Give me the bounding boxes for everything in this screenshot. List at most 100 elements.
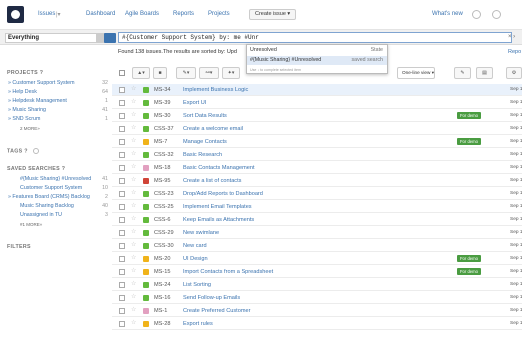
add-tag-icon[interactable]	[32, 148, 39, 154]
issue-summary[interactable]: New swimlane	[183, 230, 219, 236]
issue-key[interactable]: CSS-32	[154, 152, 174, 158]
issue-row[interactable]: ☆ MS-34 Implement Business Logic Sep 1	[112, 84, 522, 96]
star-icon[interactable]: ☆	[131, 202, 136, 209]
saved-search-item[interactable]: Music Sharing Backlog 40	[20, 203, 108, 209]
autocomplete-item[interactable]: #{Music Sharing} #Unresolved saved searc…	[247, 56, 387, 65]
issue-summary[interactable]: Export rules	[183, 321, 213, 327]
issue-summary[interactable]: Create Preferred Customer	[183, 308, 250, 314]
issue-key[interactable]: MS-1	[154, 308, 167, 314]
issue-checkbox[interactable]	[119, 152, 125, 158]
issue-row[interactable]: ☆ CSS-6 Keep Emails as Attachments Sep 1	[112, 214, 522, 226]
star-icon[interactable]: ☆	[131, 293, 136, 300]
issue-summary[interactable]: Keep Emails as Attachments	[183, 217, 254, 223]
issue-summary[interactable]: Drop/Add Reports to Dashboard	[183, 191, 263, 197]
create-issue-button[interactable]: Create issue ▾	[249, 9, 297, 20]
issue-row[interactable]: ☆ MS-28 Export rules Sep 1	[112, 318, 522, 330]
issue-row[interactable]: ☆ MS-7 Manage Contacts For demo Sep 1	[112, 136, 522, 148]
issue-key[interactable]: MS-15	[154, 269, 170, 275]
star-icon[interactable]: ☆	[131, 254, 136, 261]
issue-tag-badge[interactable]: For demo	[457, 138, 481, 145]
nav-reports[interactable]: Reports	[173, 11, 194, 17]
issue-key[interactable]: CSS-37	[154, 126, 174, 132]
issue-row[interactable]: ☆ MS-18 Basic Contacts Management Sep 1	[112, 162, 522, 174]
issue-summary[interactable]: Create a welcome email	[183, 126, 243, 132]
star-icon[interactable]: ☆	[131, 241, 136, 248]
issue-checkbox[interactable]	[119, 191, 125, 197]
star-icon[interactable]: ☆	[131, 98, 136, 105]
issue-key[interactable]: CSS-25	[154, 204, 174, 210]
issue-tag-badge[interactable]: For demo	[457, 112, 481, 119]
sidebar-project-item[interactable]: » SND Scrum 1	[8, 116, 108, 122]
comment-button[interactable]: ■	[153, 67, 167, 79]
projects-more-link[interactable]: 2 MORE»	[20, 126, 40, 131]
issue-key[interactable]: MS-39	[154, 100, 170, 106]
issue-key[interactable]: CSS-29	[154, 230, 174, 236]
whats-new-link[interactable]: What's new	[432, 11, 463, 17]
report-link[interactable]: Repo	[508, 49, 521, 55]
issue-summary[interactable]: Create a list of contacts	[183, 178, 241, 184]
star-icon[interactable]: ☆	[131, 189, 136, 196]
edit-icon[interactable]: ✎	[454, 67, 471, 79]
issue-key[interactable]: CSS-30	[154, 243, 174, 249]
issue-summary[interactable]: New card	[183, 243, 207, 249]
issue-checkbox[interactable]	[119, 256, 125, 262]
issue-checkbox[interactable]	[119, 217, 125, 223]
issue-summary[interactable]: Import Contacts from a Spreadsheet	[183, 269, 273, 275]
issue-row[interactable]: ☆ MS-1 Create Preferred Customer Sep 1	[112, 305, 522, 317]
issue-checkbox[interactable]	[119, 165, 125, 171]
nav-agile-boards[interactable]: Agile Boards	[125, 11, 159, 17]
issue-row[interactable]: ☆ MS-39 Export UI Sep 1	[112, 97, 522, 109]
clear-search-icon[interactable]: × ›	[508, 34, 515, 40]
issue-checkbox[interactable]	[119, 321, 125, 327]
issue-row[interactable]: ☆ MS-30 Sort Data Results For demo Sep 1	[112, 110, 522, 122]
star-icon[interactable]: ☆	[131, 124, 136, 131]
sidebar-project-item[interactable]: » Helpdesk Management 1	[8, 98, 108, 104]
chevron-down-icon[interactable]: |▾	[56, 11, 61, 18]
issue-summary[interactable]: Basic Contacts Management	[183, 165, 255, 171]
tag-button[interactable]: ✎▾	[176, 67, 196, 79]
youtrack-logo[interactable]	[7, 6, 24, 23]
issue-tag-badge[interactable]: For demo	[457, 255, 481, 262]
star-icon[interactable]: ☆	[131, 267, 136, 274]
select-all-checkbox[interactable]	[119, 70, 125, 76]
issue-checkbox[interactable]	[119, 139, 125, 145]
issue-summary[interactable]: Implement Email Templates	[183, 204, 252, 210]
issue-key[interactable]: MS-30	[154, 113, 170, 119]
issue-key[interactable]: MS-18	[154, 165, 170, 171]
issue-checkbox[interactable]	[119, 100, 125, 106]
settings-icon[interactable]: ⚙	[506, 67, 522, 79]
issue-checkbox[interactable]	[119, 113, 125, 119]
issue-checkbox[interactable]	[119, 308, 125, 314]
star-icon[interactable]: ☆	[131, 319, 136, 326]
help-icon[interactable]	[472, 10, 481, 19]
issue-checkbox[interactable]	[119, 204, 125, 210]
issue-checkbox[interactable]	[119, 282, 125, 288]
issue-checkbox[interactable]	[119, 178, 125, 184]
more-commands-button[interactable]: ✦▾	[222, 67, 240, 79]
star-icon[interactable]: ☆	[131, 85, 136, 92]
assign-button[interactable]: ▲▾	[132, 67, 150, 79]
issue-row[interactable]: ☆ MS-15 Import Contacts from a Spreadsheet…	[112, 266, 522, 278]
issue-checkbox[interactable]	[119, 269, 125, 275]
sidebar-project-item[interactable]: » Help Desk 64	[8, 89, 108, 95]
autocomplete-item[interactable]: Unresolved State	[247, 46, 387, 55]
saved-search-item[interactable]: Customer Support System 10	[20, 185, 108, 191]
issue-key[interactable]: MS-28	[154, 321, 170, 327]
issue-row[interactable]: ☆ MS-16 Send Follow-up Emails Sep 1	[112, 292, 522, 304]
issue-checkbox[interactable]	[119, 230, 125, 236]
link-button[interactable]: ⚯▾	[199, 67, 219, 79]
nav-dashboard[interactable]: Dashboard	[86, 11, 115, 17]
issue-summary[interactable]: UI Design	[183, 256, 208, 262]
star-icon[interactable]: ☆	[131, 280, 136, 287]
star-icon[interactable]: ☆	[131, 228, 136, 235]
issue-row[interactable]: ☆ CSS-32 Basic Research Sep 1	[112, 149, 522, 161]
issue-key[interactable]: MS-24	[154, 282, 170, 288]
print-icon[interactable]: ▤	[476, 67, 493, 79]
issue-row[interactable]: ☆ CSS-25 Implement Email Templates Sep 1	[112, 201, 522, 213]
issue-tag-badge[interactable]: For demo	[457, 268, 481, 275]
user-avatar[interactable]	[492, 10, 501, 19]
saved-search-item[interactable]: » Features Board (CRMS) Backlog 2	[8, 194, 108, 200]
sidebar-project-item[interactable]: » Customer Support System 32	[8, 80, 108, 86]
issue-summary[interactable]: Send Follow-up Emails	[183, 295, 240, 301]
issue-key[interactable]: CSS-23	[154, 191, 174, 197]
